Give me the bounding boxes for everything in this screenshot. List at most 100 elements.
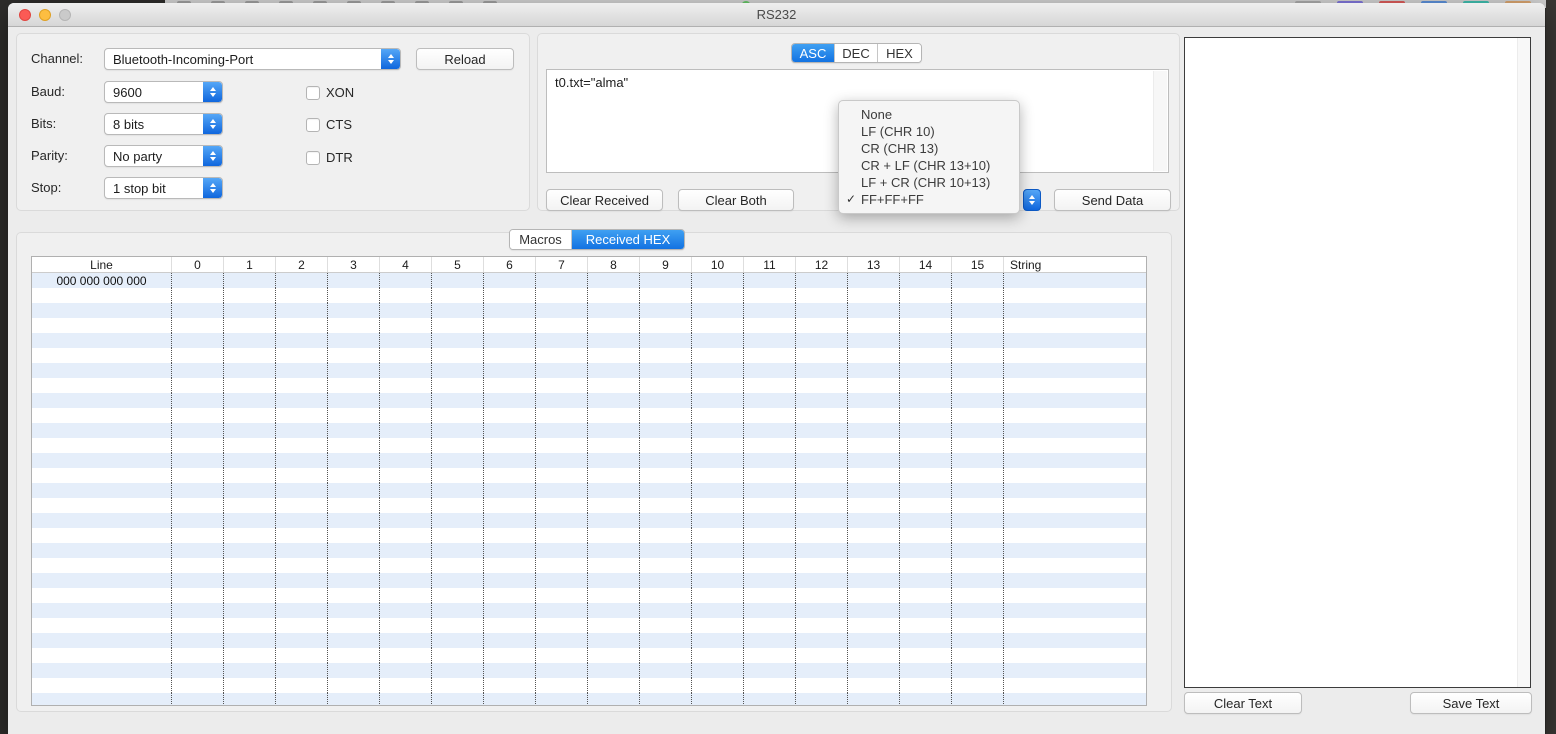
table-row[interactable] [32,318,1146,333]
hex-cell [224,318,276,333]
line-ending-select-stepper[interactable] [1023,189,1041,211]
chevron-up-down-icon [203,178,222,198]
hex-cell [484,483,536,498]
table-row[interactable] [32,603,1146,618]
menu-item[interactable]: CR + LF (CHR 13+10) [839,157,1019,174]
hex-cell [536,453,588,468]
line-cell [32,393,172,408]
hex-cell [276,603,328,618]
table-row[interactable] [32,543,1146,558]
menu-item[interactable]: ✓ FF+FF+FF [839,191,1019,208]
channel-select[interactable]: Bluetooth-Incoming-Port [104,48,401,70]
table-row[interactable] [32,333,1146,348]
baud-label: Baud: [31,84,65,99]
hex-cell [640,543,692,558]
hex-cell [640,513,692,528]
table-row[interactable] [32,483,1146,498]
clear-text-button[interactable]: Clear Text [1184,692,1302,714]
menu-item[interactable]: LF + CR (CHR 10+13) [839,174,1019,191]
received-text-panel[interactable] [1184,37,1531,688]
hex-cell [900,438,952,453]
hex-cell [380,408,432,423]
string-cell [1004,543,1146,558]
baud-select[interactable]: 9600 [104,81,223,103]
clear-received-button[interactable]: Clear Received [546,189,663,211]
table-row[interactable] [32,453,1146,468]
send-data-button[interactable]: Send Data [1054,189,1171,211]
parity-value: No party [113,148,163,164]
line-cell [32,513,172,528]
table-row[interactable] [32,663,1146,678]
table-row[interactable] [32,303,1146,318]
menu-item[interactable]: LF (CHR 10) [839,123,1019,140]
chevron-down-icon [1029,201,1035,205]
xon-label: XON [326,85,355,100]
hex-cell [276,393,328,408]
hex-cell [796,663,848,678]
table-row[interactable] [32,423,1146,438]
table-row[interactable] [32,693,1146,705]
hex-cell [796,528,848,543]
tab-hex[interactable]: HEX [878,44,921,62]
checkbox-icon[interactable] [306,85,320,100]
table-row[interactable] [32,573,1146,588]
table-row[interactable] [32,378,1146,393]
clear-both-button[interactable]: Clear Both [678,189,794,211]
string-cell [1004,693,1146,705]
table-row[interactable] [32,633,1146,648]
table-row[interactable] [32,393,1146,408]
table-row[interactable] [32,498,1146,513]
hex-cell [484,648,536,663]
hex-cell [328,468,380,483]
tab-asc[interactable]: ASC [792,44,835,62]
stop-select[interactable]: 1 stop bit [104,177,223,199]
column-header: 12 [796,257,848,272]
table-row[interactable] [32,513,1146,528]
table-row[interactable] [32,618,1146,633]
tab-macros[interactable]: Macros [510,230,572,249]
table-row[interactable] [32,288,1146,303]
scrollbar-track[interactable] [1153,71,1167,171]
table-row[interactable] [32,528,1146,543]
table-row[interactable] [32,588,1146,603]
hex-cell [536,693,588,705]
checkbox-icon[interactable] [306,117,320,132]
hex-cell [640,438,692,453]
save-text-button[interactable]: Save Text [1410,692,1532,714]
bits-select[interactable]: 8 bits [104,113,223,135]
line-cell [32,333,172,348]
menu-item[interactable]: None [839,106,1019,123]
tab-received-hex[interactable]: Received HEX [572,230,684,249]
hex-cell [380,498,432,513]
table-header: Line 0 1 2 3 4 5 6 7 8 9 10 11 12 13 14 15 String [32,257,1146,273]
scrollbar-track[interactable] [1517,38,1530,687]
cts-checkbox[interactable]: CTS [306,117,352,132]
hex-cell [172,363,224,378]
table-row[interactable] [32,648,1146,663]
hex-cell [172,483,224,498]
menu-item[interactable]: CR (CHR 13) [839,140,1019,157]
tab-dec[interactable]: DEC [835,44,878,62]
reload-button[interactable]: Reload [416,48,514,70]
table-row[interactable] [32,363,1146,378]
table-row[interactable] [32,438,1146,453]
hex-cell [172,423,224,438]
parity-select[interactable]: No party [104,145,223,167]
checkbox-icon[interactable] [306,150,320,165]
table-row[interactable]: 000 000 000 000 [32,273,1146,288]
table-row[interactable] [32,348,1146,363]
hex-cell [224,468,276,483]
table-row[interactable] [32,678,1146,693]
hex-cell [952,318,1004,333]
string-cell [1004,423,1146,438]
table-row[interactable] [32,408,1146,423]
table-row[interactable] [32,468,1146,483]
hex-cell [900,288,952,303]
table-row[interactable] [32,558,1146,573]
dtr-checkbox[interactable]: DTR [306,150,353,165]
hex-cell [796,273,848,288]
title-bar[interactable]: RS232 [8,3,1545,27]
xon-checkbox[interactable]: XON [306,85,354,100]
connection-settings-group: Channel: Bluetooth-Incoming-Port Reload … [16,33,530,211]
column-header: 13 [848,257,900,272]
